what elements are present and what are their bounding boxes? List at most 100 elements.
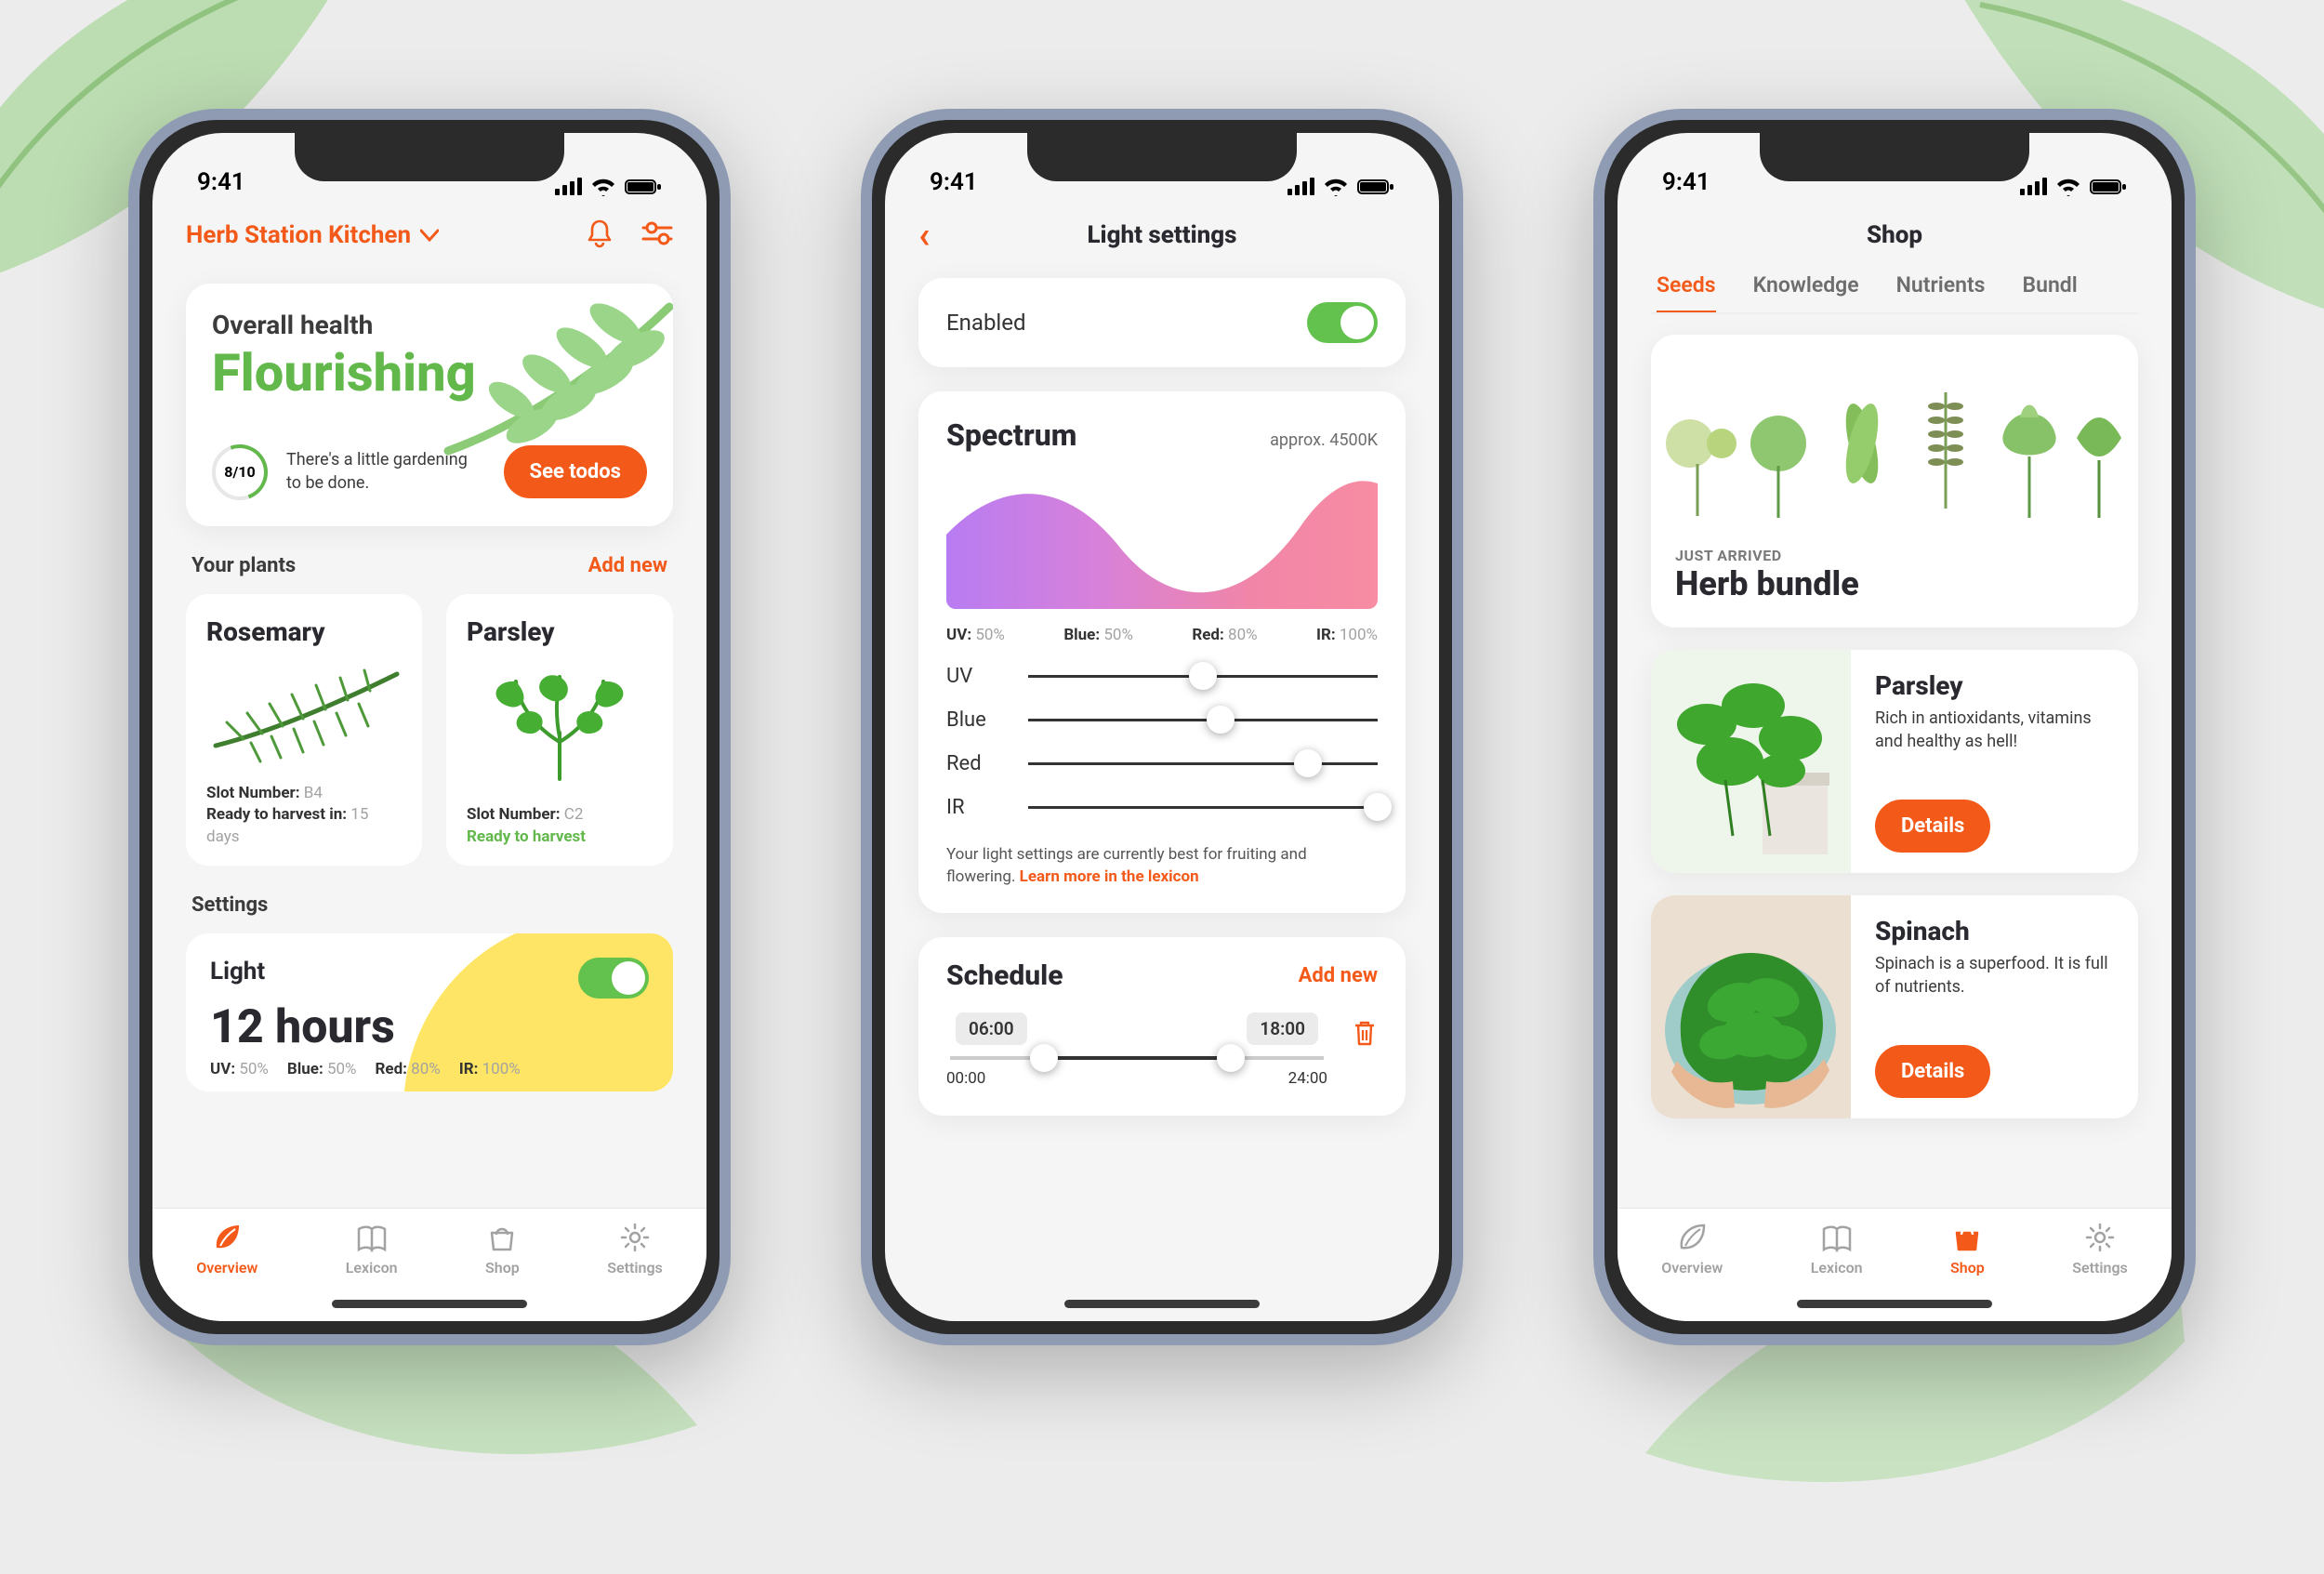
shop-tab-seeds[interactable]: Seeds <box>1657 272 1716 314</box>
schedule-range-slider[interactable]: 06:00 18:00 00:00 24:00 <box>946 1012 1327 1088</box>
battery-icon <box>1357 178 1394 196</box>
plant-name: Rosemary <box>206 616 402 647</box>
cellular-icon <box>555 178 582 195</box>
product-card-spinach[interactable]: Spinach Spinach is a superfood. It is fu… <box>1651 895 2138 1118</box>
hero-kicker: JUST ARRIVED <box>1675 547 2114 564</box>
leaf-icon <box>1676 1222 1708 1253</box>
shop-tab-bundles[interactable]: Bundl <box>2023 272 2078 312</box>
plant-meta: Slot Number: B4 Ready to harvest in: 15 … <box>206 783 402 849</box>
cellular-icon <box>1287 178 1314 195</box>
tab-shop[interactable]: Shop <box>485 1222 520 1276</box>
phone-overview: 9:41 Herb Station Kitchen Overall healt <box>128 109 731 1345</box>
spectrum-hint: Your light settings are currently best f… <box>946 843 1378 889</box>
delete-schedule-button[interactable] <box>1352 1018 1378 1052</box>
details-button[interactable]: Details <box>1875 800 1990 853</box>
leaf-icon <box>211 1222 243 1253</box>
add-plant-link[interactable]: Add new <box>588 554 667 577</box>
tab-lexicon[interactable]: Lexicon <box>1811 1222 1863 1276</box>
enabled-card: Enabled <box>918 278 1406 367</box>
lexicon-link[interactable]: Learn more in the lexicon <box>1020 867 1199 886</box>
product-image <box>1651 895 1851 1118</box>
light-toggle[interactable] <box>578 958 649 999</box>
product-description: Rich in antioxidants, vitamins and healt… <box>1875 707 2114 800</box>
product-image <box>1651 650 1851 873</box>
bag-icon <box>1951 1222 1983 1253</box>
book-icon <box>356 1222 388 1253</box>
product-name: Spinach <box>1875 916 2114 946</box>
phone-shop: 9:41 Shop Seeds Knowledge Nutrients Bund… <box>1593 109 2196 1345</box>
notifications-icon[interactable] <box>584 218 615 253</box>
hero-image <box>1651 335 2138 539</box>
enabled-toggle[interactable] <box>1307 302 1378 343</box>
wifi-icon <box>2056 178 2080 196</box>
your-plants-title: Your plants <box>191 554 296 577</box>
hero-card[interactable]: JUST ARRIVED Herb bundle <box>1651 335 2138 628</box>
light-settings-card[interactable]: Light 12 hours UV: 50% Blue: 50% Red: 80… <box>186 933 673 1091</box>
tab-lexicon[interactable]: Lexicon <box>346 1222 398 1276</box>
details-button[interactable]: Details <box>1875 1045 1990 1098</box>
slider-blue[interactable]: Blue <box>946 708 1378 732</box>
plant-card-rosemary[interactable]: Rosemary Slot Number: B4 Ready to harves… <box>186 594 422 866</box>
status-time: 9:41 <box>197 168 245 196</box>
gear-icon <box>2084 1222 2116 1253</box>
cellular-icon <box>2020 178 2047 195</box>
bag-icon <box>486 1222 518 1253</box>
plant-name: Parsley <box>467 616 653 647</box>
overall-health-card: Overall health Flourishing 8/10 There's … <box>186 284 673 526</box>
phone-notch <box>295 133 564 181</box>
station-title: Herb Station Kitchen <box>186 221 411 249</box>
plant-image <box>206 653 402 774</box>
light-label: Light <box>210 958 265 985</box>
spectrum-approx: approx. 4500K <box>1270 430 1378 450</box>
tab-bar: Overview Lexicon Shop Settings <box>1618 1208 2172 1321</box>
range-end-label: 24:00 <box>1288 1069 1327 1088</box>
add-schedule-link[interactable]: Add new <box>1299 964 1378 987</box>
slider-uv[interactable]: UV <box>946 665 1378 688</box>
station-selector[interactable]: Herb Station Kitchen <box>186 221 439 249</box>
tab-settings[interactable]: Settings <box>607 1222 663 1276</box>
settings-title: Settings <box>191 893 268 917</box>
tab-bar: Overview Lexicon Shop Settings <box>152 1208 706 1321</box>
tab-overview[interactable]: Overview <box>1661 1222 1723 1276</box>
plant-meta: Slot Number: C2 Ready to harvest <box>467 804 653 849</box>
tab-shop[interactable]: Shop <box>1950 1222 1985 1276</box>
range-start-label: 00:00 <box>946 1069 985 1088</box>
spectrum-card: Spectrum approx. 4500K UV: 50% Blue: 50%… <box>918 391 1406 913</box>
spectrum-graph <box>946 470 1378 609</box>
shop-tab-nutrients[interactable]: Nutrients <box>1896 272 1986 312</box>
phone-light-settings: 9:41 ‹ Light settings Enabled Spectrum a… <box>861 109 1463 1345</box>
start-time-chip: 06:00 <box>956 1012 1027 1045</box>
page-title: Light settings <box>1087 221 1236 249</box>
tab-settings[interactable]: Settings <box>2072 1222 2128 1276</box>
battery-icon <box>625 178 662 196</box>
schedule-title: Schedule <box>946 959 1063 992</box>
slider-red[interactable]: Red <box>946 752 1378 775</box>
plant-card-parsley[interactable]: Parsley Slot Number: C2 Ready to harvest <box>446 594 673 866</box>
battery-icon <box>2090 178 2127 196</box>
status-time: 9:41 <box>930 168 978 196</box>
todo-score-badge: 8/10 <box>212 444 268 500</box>
slider-ir[interactable]: IR <box>946 796 1378 819</box>
spectrum-title: Spectrum <box>946 417 1076 453</box>
status-time: 9:41 <box>1662 168 1710 196</box>
spectrum-readout: UV: 50% Blue: 50% Red: 80% IR: 100% <box>946 626 1378 644</box>
product-description: Spinach is a superfood. It is full of nu… <box>1875 952 2114 1045</box>
chevron-down-icon <box>420 229 439 242</box>
leaf-icon <box>439 288 673 465</box>
tab-overview[interactable]: Overview <box>196 1222 257 1276</box>
wifi-icon <box>591 178 615 196</box>
enabled-label: Enabled <box>946 310 1026 336</box>
shop-tab-knowledge[interactable]: Knowledge <box>1753 272 1859 312</box>
book-icon <box>1821 1222 1853 1253</box>
product-name: Parsley <box>1875 670 2114 701</box>
light-spectrum-readout: UV: 50% Blue: 50% Red: 80% IR: 100% <box>210 1060 649 1078</box>
phone-notch <box>1027 133 1297 181</box>
gear-icon <box>619 1222 651 1253</box>
schedule-card: Schedule Add new 06:00 18:00 <box>918 937 1406 1116</box>
hero-title: Herb bundle <box>1675 564 2114 603</box>
filters-icon[interactable] <box>641 221 673 249</box>
end-time-chip: 18:00 <box>1247 1012 1318 1045</box>
back-button[interactable]: ‹ <box>918 217 930 254</box>
product-card-parsley[interactable]: Parsley Rich in antioxidants, vitamins a… <box>1651 650 2138 873</box>
shop-tabs: Seeds Knowledge Nutrients Bundl <box>1651 272 2138 314</box>
